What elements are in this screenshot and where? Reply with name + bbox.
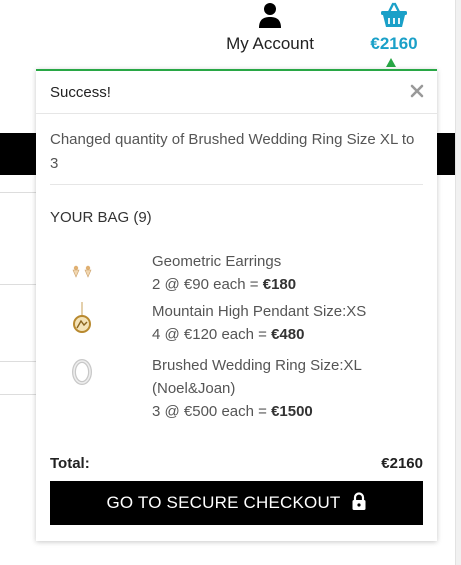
item-name[interactable]: Brushed Wedding Ring Size:XL (Noel&Joan) [152, 354, 437, 400]
basket-icon [380, 2, 408, 32]
item-line-total: €180 [262, 276, 297, 293]
background-divider [0, 394, 36, 395]
pendant-icon [52, 302, 112, 346]
user-icon [258, 3, 282, 32]
close-icon[interactable] [410, 78, 424, 103]
my-account-label: My Account [226, 34, 314, 53]
total-label: Total: [50, 455, 90, 472]
secure-checkout-button[interactable]: GO TO SECURE CHECKOUT [50, 481, 423, 525]
item-line-total: €480 [271, 326, 305, 343]
popup-pointer [386, 58, 396, 67]
item-quantity: 2 @ €90 each = €180 [152, 276, 297, 293]
item-quantity: 3 @ €500 each = €1500 [152, 403, 313, 420]
bag-item[interactable]: Geometric Earrings 2 @ €90 each = €180 [36, 250, 437, 300]
item-name[interactable]: Geometric Earrings [152, 250, 437, 273]
item-quantity: 4 @ €120 each = €480 [152, 326, 305, 343]
cart-popup: Success! Changed quantity of Brushed Wed… [36, 69, 437, 541]
my-account-link[interactable]: My Account [220, 2, 320, 54]
bag-title: YOUR BAG (9) [50, 209, 152, 226]
bag-item[interactable]: Brushed Wedding Ring Size:XL (Noel&Joan)… [36, 354, 437, 423]
bag-total-row: Total: €2160 [50, 455, 423, 472]
popup-title: Success! [50, 84, 111, 101]
background-divider [0, 192, 36, 193]
popup-header: Success! [36, 71, 437, 114]
scrollbar-track[interactable] [455, 0, 461, 565]
background-divider [0, 361, 36, 362]
lock-icon [351, 491, 367, 515]
background-divider [0, 284, 36, 285]
earrings-icon [52, 252, 112, 296]
item-name[interactable]: Mountain High Pendant Size:XS [152, 300, 437, 323]
total-value: €2160 [381, 455, 423, 472]
bag-item-list: Geometric Earrings 2 @ €90 each = €180 M… [36, 250, 437, 423]
checkout-label: GO TO SECURE CHECKOUT [106, 493, 341, 512]
success-message: Changed quantity of Brushed Wedding Ring… [50, 128, 423, 185]
ring-icon [52, 356, 112, 400]
bag-item[interactable]: Mountain High Pendant Size:XS 4 @ €120 e… [36, 300, 437, 354]
item-line-total: €1500 [271, 403, 313, 420]
cart-link[interactable]: €2160 [362, 2, 426, 54]
cart-total: €2160 [370, 34, 418, 53]
